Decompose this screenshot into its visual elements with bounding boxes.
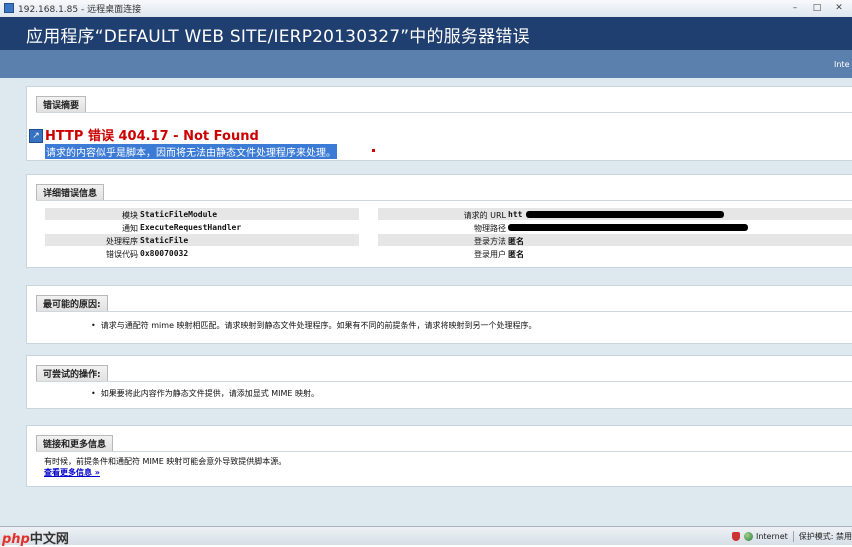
popup-blocked-icon[interactable] [731, 532, 740, 541]
detail-label-handler: 处理程序 [106, 237, 138, 246]
divider [36, 311, 852, 312]
status-separator [792, 531, 794, 542]
detail-box: 详细错误信息 模块 StaticFileModule 通知 ExecuteReq… [26, 174, 852, 268]
error-summary-box: 错误摘要 ↗ HTTP 错误 404.17 - Not Found 请求的内容似… [26, 86, 852, 161]
links-box: 链接和更多信息 有时候，前提条件和通配符 MIME 映射可能会意外导致提供脚本源… [26, 425, 852, 487]
redaction-bar [508, 224, 748, 231]
detail-value-error-code: 0x80070032 [140, 249, 189, 258]
causes-legend: 最可能的原因: [36, 295, 108, 312]
actions-item: 如果要将此内容作为静态文件提供，请添加显式 MIME 映射。 [91, 388, 319, 399]
minimize-icon[interactable]: – [788, 2, 802, 14]
causes-box: 最可能的原因: 请求与通配符 mime 映射相匹配。请求映射到静态文件处理程序。… [26, 285, 852, 344]
error-description: 请求的内容似乎是脚本，因而将无法由静态文件处理程序来处理。 [45, 144, 337, 159]
remote-desktop-icon [4, 3, 14, 13]
error-summary-legend: 错误摘要 [36, 96, 87, 113]
detail-label-url: 请求的 URL [463, 211, 506, 220]
security-zone[interactable]: Internet [756, 532, 788, 541]
actions-legend: 可尝试的操作: [36, 365, 108, 382]
detail-label-error-code: 错误代码 [106, 250, 138, 259]
detail-row-bg [378, 234, 852, 246]
divider [36, 381, 852, 382]
content-area: 错误摘要 ↗ HTTP 错误 404.17 - Not Found 请求的内容似… [0, 78, 852, 526]
links-description: 有时候，前提条件和通配符 MIME 映射可能会意外导致提供脚本源。 [44, 457, 287, 466]
detail-row-bg [45, 234, 359, 246]
cursor-mark [372, 149, 375, 152]
internet-globe-icon [743, 532, 753, 541]
detail-value-url: htt [508, 210, 523, 219]
close-icon[interactable]: ✕ [832, 2, 846, 14]
divider [36, 451, 852, 452]
detail-legend: 详细错误信息 [36, 184, 105, 201]
divider [36, 112, 852, 113]
causes-item: 请求与通配符 mime 映射相匹配。请求映射到静态文件处理程序。如果有不同的前提… [91, 320, 537, 331]
redaction-bar [526, 211, 724, 218]
error-arrow-icon: ↗ [29, 129, 43, 143]
detail-label-module: 模块 [122, 211, 138, 220]
page-title: 应用程序“DEFAULT WEB SITE/IERP20130327”中的服务器… [26, 27, 530, 47]
status-zone-area: Internet 保护模式: 禁用 [731, 531, 852, 542]
header-strip: Inte [0, 50, 852, 78]
protected-mode[interactable]: 保护模式: 禁用 [799, 531, 852, 542]
error-title: HTTP 错误 404.17 - Not Found [45, 129, 259, 144]
detail-value-logon-method: 匿名 [508, 237, 524, 246]
status-bar: php中文网 Internet 保护模式: 禁用 [0, 526, 852, 547]
divider [36, 200, 852, 201]
detail-label-logon-user: 登录用户 [474, 250, 506, 259]
detail-label-physical-path: 物理路径 [474, 224, 506, 233]
window-title: 192.168.1.85 - 远程桌面连接 [18, 5, 142, 15]
page-header: 应用程序“DEFAULT WEB SITE/IERP20130327”中的服务器… [0, 17, 852, 50]
actions-box: 可尝试的操作: 如果要将此内容作为静态文件提供，请添加显式 MIME 映射。 [26, 355, 852, 409]
detail-value-notification: ExecuteRequestHandler [140, 223, 242, 232]
detail-label-notification: 通知 [122, 224, 138, 233]
maximize-icon[interactable]: □ [810, 2, 824, 14]
watermark-logo: php中文网 [2, 532, 69, 547]
detail-value-handler: StaticFile [140, 236, 189, 245]
detail-label-logon-method: 登录方法 [474, 237, 506, 246]
window-controls: – □ ✕ [788, 2, 846, 14]
header-strip-text: Inte [834, 60, 850, 69]
detail-value-logon-user: 匿名 [508, 250, 524, 259]
detail-value-module: StaticFileModule [140, 210, 218, 219]
more-info-link[interactable]: 查看更多信息 » [44, 467, 100, 478]
remote-desktop-titlebar: 192.168.1.85 - 远程桌面连接 – □ ✕ [0, 0, 852, 18]
links-legend: 链接和更多信息 [36, 435, 114, 452]
